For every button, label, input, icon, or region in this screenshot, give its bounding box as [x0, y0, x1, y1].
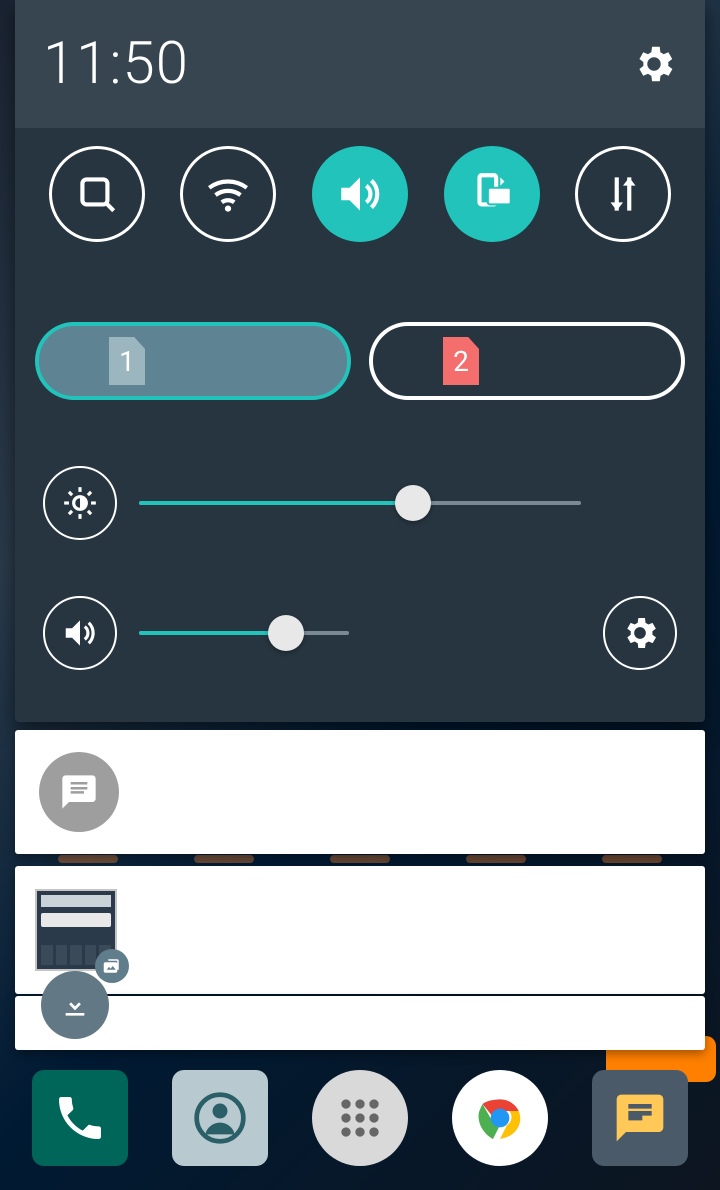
- brightness-slider[interactable]: [139, 501, 581, 505]
- data-sync-icon: [598, 169, 648, 219]
- home-app-row: [0, 855, 720, 865]
- sim-slot-1[interactable]: 1: [35, 322, 351, 400]
- gear-icon: [631, 41, 677, 87]
- download-icon: [59, 989, 91, 1021]
- sim-slot-2[interactable]: 2: [369, 322, 685, 400]
- qs-tiles-row: [15, 128, 705, 252]
- sim-card-icon: 1: [109, 337, 145, 385]
- settings-button[interactable]: [631, 41, 677, 87]
- dock-app-messages[interactable]: [592, 1070, 688, 1166]
- rotation-icon: [467, 169, 517, 219]
- status-clock[interactable]: 11:50: [43, 30, 189, 98]
- dock-app-chrome[interactable]: [452, 1070, 548, 1166]
- qs-tile-search[interactable]: [49, 146, 145, 242]
- gallery-badge-icon: [95, 949, 129, 983]
- notification-app-icon: [41, 971, 109, 1039]
- brightness-icon: [61, 484, 99, 522]
- dock: [0, 1068, 720, 1168]
- notification-app-icon: [39, 752, 119, 832]
- notification-screenshot[interactable]: [15, 866, 705, 994]
- notification-messages[interactable]: [15, 730, 705, 854]
- notification-download[interactable]: [15, 996, 705, 1050]
- qs-tile-sound[interactable]: [312, 146, 408, 242]
- qs-tile-rotation[interactable]: [444, 146, 540, 242]
- dock-app-drawer[interactable]: [312, 1070, 408, 1166]
- gear-icon: [620, 613, 660, 653]
- phone-icon: [52, 1090, 108, 1146]
- sim-selector-row: 1 2: [15, 252, 705, 420]
- volume-row: [15, 568, 705, 698]
- brightness-button[interactable]: [43, 466, 117, 540]
- app-drawer-icon: [332, 1090, 388, 1146]
- volume-slider[interactable]: [139, 631, 349, 635]
- qs-tile-wifi[interactable]: [180, 146, 276, 242]
- screenshot-thumbnail: [35, 889, 117, 971]
- sim-card-icon: 2: [443, 337, 479, 385]
- volume-icon: [335, 169, 385, 219]
- dock-app-phone[interactable]: [32, 1070, 128, 1166]
- chat-icon: [59, 772, 99, 812]
- sound-settings-button[interactable]: [603, 596, 677, 670]
- speaker-icon: [61, 614, 99, 652]
- search-icon: [72, 169, 122, 219]
- contact-icon: [192, 1090, 248, 1146]
- wifi-icon: [203, 169, 253, 219]
- qs-tile-data[interactable]: [575, 146, 671, 242]
- brightness-row: [15, 420, 705, 568]
- qs-header: 11:50: [15, 0, 705, 128]
- volume-button[interactable]: [43, 596, 117, 670]
- quick-settings-panel: 11:50 1 2: [15, 0, 705, 722]
- dock-app-contacts[interactable]: [172, 1070, 268, 1166]
- message-icon: [612, 1090, 668, 1146]
- chrome-icon: [472, 1090, 528, 1146]
